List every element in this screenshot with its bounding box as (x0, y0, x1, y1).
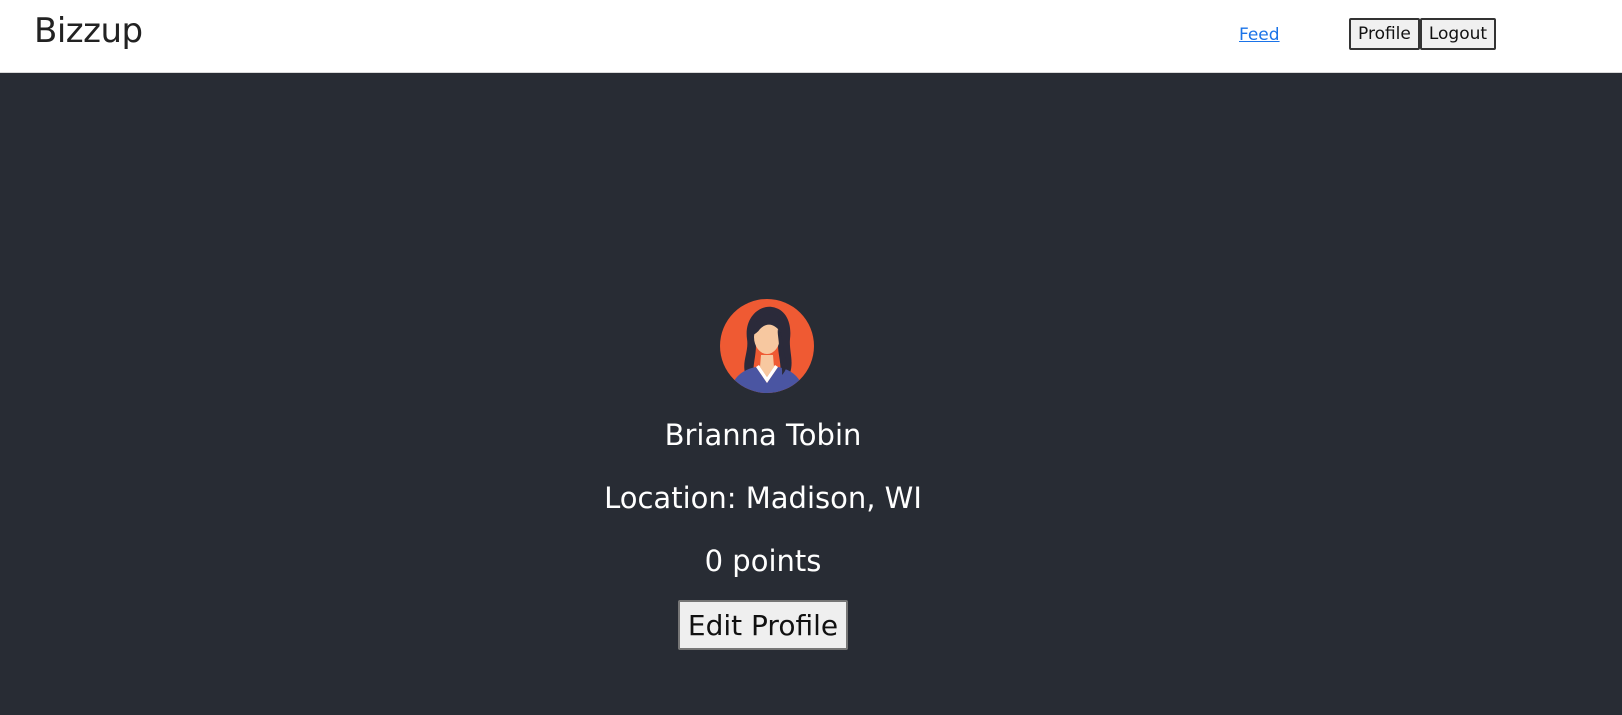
profile-points: 0 points (704, 544, 822, 578)
profile-card: Brianna Tobin Location: Madison, WI 0 po… (0, 299, 1526, 650)
brand-title: Bizzup (34, 11, 143, 51)
edit-profile-button[interactable]: Edit Profile (677, 600, 849, 650)
feed-link[interactable]: Feed (1239, 24, 1280, 46)
profile-name: Brianna Tobin (664, 418, 862, 452)
nav-buttons: Profile Logout (1349, 18, 1497, 50)
profile-page: Brianna Tobin Location: Madison, WI 0 po… (0, 73, 1622, 715)
woman-avatar-icon (720, 299, 814, 393)
profile-button[interactable]: Profile (1349, 18, 1420, 50)
logout-button[interactable]: Logout (1419, 18, 1497, 50)
top-navbar: Bizzup Feed Profile Logout (0, 0, 1622, 73)
profile-location: Location: Madison, WI (604, 481, 922, 515)
